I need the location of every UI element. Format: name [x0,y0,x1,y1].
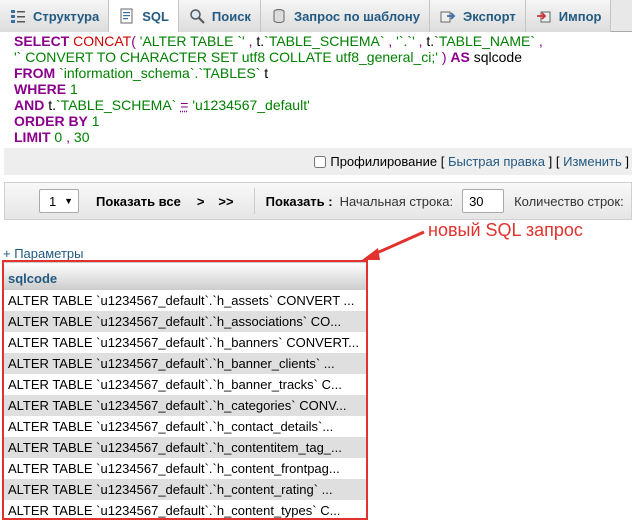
sql-line-2: '` CONVERT TO CHARACTER SET utf8 COLLATE… [14,49,632,65]
table-row[interactable]: ALTER TABLE `u1234567_default`.`h_conten… [4,458,366,479]
table-row[interactable]: ALTER TABLE `u1234567_default`.`h_conten… [4,437,366,458]
annotation-text: новый SQL запрос [428,220,583,240]
annotation-arrow-icon [362,230,425,260]
sql-line-6: ORDER BY 1 [14,113,632,129]
sql-string: 'u1234567_default' [192,97,310,113]
tab-search[interactable]: Поиск [178,0,261,32]
sql-line-4: WHERE 1 [14,81,632,97]
sql-paren: ( [131,33,140,49]
sql-alias: t. [44,97,57,113]
bracket: [ [440,154,445,169]
row-count-label: Количество строк: [514,193,624,209]
tab-label: SQL [142,8,169,24]
start-row-value: 30 [469,193,484,209]
result-table: sqlcode ALTER TABLE `u1234567_default`.`… [2,260,368,520]
sql-keyword: ORDER BY [14,113,88,129]
tab-query-template[interactable]: Запрос по шаблону [260,0,431,32]
sql-string: 'ALTER TABLE `' [139,33,245,49]
parameters-link[interactable]: + Параметры [3,246,84,261]
sql-paren: ) [437,49,451,65]
sql-query-display[interactable]: SELECT CONCAT( 'ALTER TABLE `' , t.`TABL… [4,32,632,148]
tab-label: Экспорт [463,8,516,24]
sql-number: 0 [50,129,63,145]
import-icon [536,8,552,24]
start-row-label: Начальная строка: [339,193,454,209]
sql-line-7: LIMIT 0 , 30 [14,129,632,145]
tab-label: Структура [33,8,100,24]
sql-number: 30 [73,129,90,145]
divider [253,188,255,214]
sql-identifier: `information_schema`.`TABLES` [55,65,261,81]
column-header-label: sqlcode [8,271,58,286]
sql-keyword: SELECT [14,33,70,49]
table-row[interactable]: ALTER TABLE `u1234567_default`.`h_assets… [4,290,366,311]
search-icon [189,8,205,24]
profiling-label: Профилирование [330,154,438,169]
sql-operator: = [180,97,189,113]
sql-number: 1 [87,113,100,129]
start-row-input[interactable]: 30 [462,189,505,213]
sql-keyword: AND [14,97,45,113]
sql-alias: t [260,65,269,81]
tab-structure[interactable]: Структура [0,0,110,32]
sql-function: CONCAT [73,33,132,49]
pagination-bar: 1 ▼ Показать все > >> Показать : Начальн… [4,182,632,220]
table-row[interactable]: ALTER TABLE `u1234567_default`.`h_conten… [4,479,366,500]
bracket: ] [ [548,154,560,169]
sql-comma: , [62,129,74,145]
sql-alias: sqlcode [469,49,523,65]
query-template-icon [271,8,287,24]
show-label: Показать : [265,193,333,209]
table-row[interactable]: ALTER TABLE `u1234567_default`.`h_banner… [4,353,366,374]
column-header-sqlcode[interactable]: sqlcode [4,262,366,290]
sql-alias: t. [256,33,265,49]
tab-bar: Структура SQL Поиск Запрос по шаблону Эк… [0,0,632,33]
last-page-button[interactable]: >> [218,194,233,209]
edit-link[interactable]: Изменить [563,154,622,169]
chevron-down-icon: ▼ [64,196,73,206]
tab-import[interactable]: Импор [525,0,612,32]
sql-icon [119,8,135,24]
sql-keyword: AS [450,49,470,65]
bracket: ] [625,154,629,169]
export-icon [440,8,456,24]
tab-label: Поиск [211,8,251,24]
sql-keyword: LIMIT [14,129,51,145]
table-row[interactable]: ALTER TABLE `u1234567_default`.`h_contac… [4,416,366,437]
sql-identifier: `TABLE_SCHEMA` [264,33,385,49]
tab-export[interactable]: Экспорт [430,0,526,32]
sql-alias: t. [426,33,435,49]
profiling-bar: Профилирование [ Быстрая правка ] [ Изме… [4,148,632,175]
sql-string: '` CONVERT TO CHARACTER SET utf8 COLLATE… [14,49,438,65]
tab-sql[interactable]: SQL [109,0,179,33]
tab-label: Запрос по шаблону [293,8,421,24]
sql-comma: , [414,33,427,49]
sql-comma: , [384,33,397,49]
profiling-checkbox[interactable] [314,155,327,168]
sql-identifier: `TABLE_NAME` [434,33,536,49]
page-select-value: 1 [49,193,57,209]
quick-edit-link[interactable]: Быстрая правка [448,154,545,169]
table-row[interactable]: ALTER TABLE `u1234567_default`.`h_associ… [4,311,366,332]
sql-number: 1 [66,81,78,97]
table-row[interactable]: ALTER TABLE `u1234567_default`.`h_banner… [4,332,366,353]
sql-line-1: SELECT CONCAT( 'ALTER TABLE `' , t.`TABL… [14,33,632,49]
show-all-button[interactable]: Показать все [96,194,181,209]
table-row[interactable]: ALTER TABLE `u1234567_default`.`h_catego… [4,395,366,416]
sql-keyword: WHERE [14,81,67,97]
sql-comma: , [244,33,257,49]
table-row[interactable]: ALTER TABLE `u1234567_default`.`h_banner… [4,374,366,395]
sql-line-3: FROM `information_schema`.`TABLES` t [14,65,632,81]
page-select[interactable]: 1 ▼ [39,189,79,213]
sql-keyword: FROM [14,65,56,81]
sql-identifier: `TABLE_SCHEMA` [56,97,177,113]
next-page-button[interactable]: > [197,194,205,209]
sql-string: '`.`' [396,33,415,49]
tab-label: Импор [558,8,602,24]
sql-comma: , [535,33,543,49]
sql-line-5: AND t.`TABLE_SCHEMA` = 'u1234567_default… [14,97,632,113]
structure-icon [10,8,26,24]
table-row[interactable]: ALTER TABLE `u1234567_default`.`h_conten… [4,500,366,518]
